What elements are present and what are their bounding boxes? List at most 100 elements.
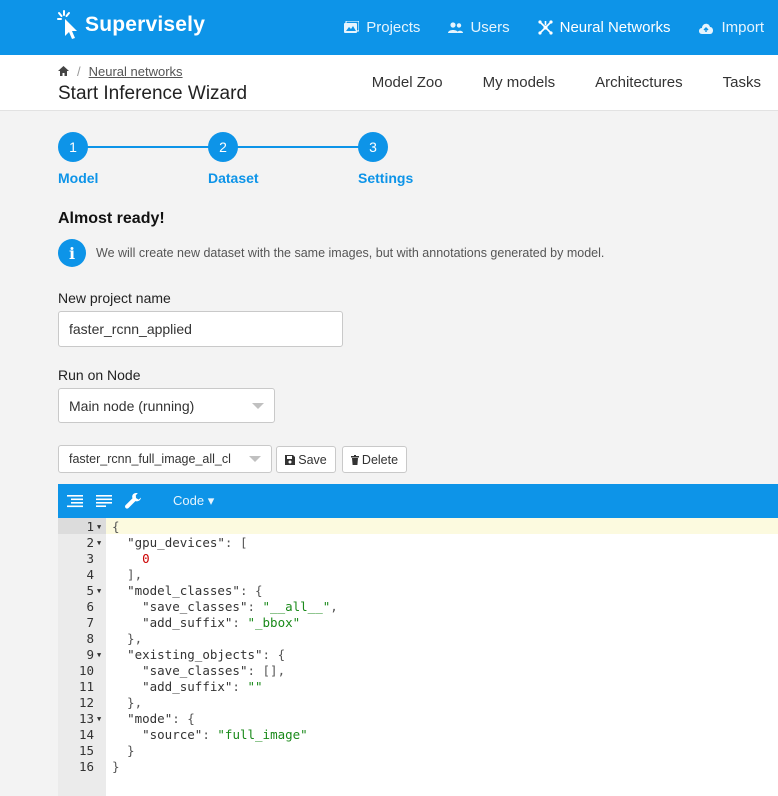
code-text: "mode": {: [112, 711, 195, 727]
info-icon: i: [58, 239, 86, 267]
app-name: Supervisely: [85, 13, 206, 36]
node-select[interactable]: Main node (running): [58, 388, 275, 423]
fold-toggle-icon[interactable]: ▼: [97, 647, 101, 663]
code-token: : [],: [247, 663, 286, 678]
step-2-label: Dataset: [208, 170, 259, 186]
code-token: "save_classes": [142, 599, 248, 614]
fold-toggle-icon[interactable]: ▼: [97, 711, 101, 727]
save-button[interactable]: Save: [276, 446, 336, 473]
code-token: :: [232, 679, 248, 694]
nav-neural-networks-label: Neural Networks: [559, 19, 671, 36]
json-editor[interactable]: 1 ▼{2 ▼ "gpu_devices": [3 04 ], 5 ▼ "model_c…: [58, 518, 778, 796]
code-token: "gpu_devices": [127, 535, 225, 550]
code-token: : {: [172, 711, 195, 726]
code-token: },: [112, 695, 143, 710]
top-nav: Projects Users Neural Networks Import: [330, 0, 778, 55]
fold-toggle-icon[interactable]: ▼: [97, 519, 101, 535]
code-token: : [: [224, 535, 248, 550]
users-icon: [448, 22, 464, 33]
code-token: "source": [142, 727, 203, 742]
save-button-label: Save: [298, 452, 327, 467]
code-text: {: [112, 519, 120, 535]
nav-neural-networks[interactable]: Neural Networks: [524, 0, 685, 55]
code-token: ,: [330, 599, 338, 614]
projects-icon: [344, 21, 360, 34]
code-text: "model_classes": {: [112, 583, 263, 599]
top-navbar: Supervisely Projects Users Neural Networ…: [0, 0, 778, 55]
trash-icon: [350, 454, 359, 465]
code-token: "mode": [127, 711, 173, 726]
code-token: }: [112, 743, 135, 758]
nav-projects[interactable]: Projects: [330, 0, 434, 55]
breadcrumb-separator: /: [77, 64, 81, 79]
wrench-icon[interactable]: [125, 493, 141, 509]
subnav-architectures[interactable]: Architectures: [595, 74, 683, 91]
code-line: 10 "save_classes": [],: [58, 663, 778, 679]
code-text: "add_suffix": "": [112, 679, 263, 695]
nav-projects-label: Projects: [366, 19, 421, 36]
code-line: 3 0: [58, 551, 778, 567]
info-message: i We will create new dataset with the sa…: [58, 239, 604, 267]
line-number: 16: [78, 759, 94, 774]
line-number: 15: [78, 743, 94, 758]
subnav-model-zoo[interactable]: Model Zoo: [372, 74, 443, 91]
breadcrumb-link-neural-networks[interactable]: Neural networks: [89, 64, 183, 79]
code-line: 11 "add_suffix": "": [58, 679, 778, 695]
line-number: 2: [86, 535, 94, 550]
home-icon[interactable]: [58, 64, 69, 79]
code-text: 0: [112, 551, 150, 567]
code-token: : {: [239, 583, 263, 598]
code-token: "add_suffix": [142, 615, 233, 630]
code-token: }: [112, 759, 120, 774]
logo[interactable]: Supervisely: [57, 10, 205, 40]
page-title: Start Inference Wizard: [58, 83, 248, 104]
code-text: },: [112, 631, 142, 647]
code-token: "full_image": [217, 727, 308, 742]
delete-button-label: Delete: [361, 452, 399, 467]
preset-select[interactable]: faster_rcnn_full_image_all_cl: [58, 445, 272, 473]
code-line: 2 ▼ "gpu_devices": [: [58, 535, 778, 551]
line-number: 5: [86, 583, 94, 598]
code-text: "existing_objects": {: [112, 647, 285, 663]
code-line: 12 },: [58, 695, 778, 711]
subnav-tasks[interactable]: Tasks: [723, 74, 761, 91]
nav-import[interactable]: Import: [684, 0, 778, 55]
delete-button[interactable]: Delete: [342, 446, 407, 473]
line-number: 14: [78, 727, 94, 742]
floppy-disk-icon: [285, 454, 296, 465]
fold-toggle-icon[interactable]: ▼: [97, 583, 101, 599]
compact-icon[interactable]: [96, 495, 112, 507]
project-name-input[interactable]: [58, 311, 343, 347]
code-line: 4 ],: [58, 567, 778, 583]
code-line: 14 "source": "full_image": [58, 727, 778, 743]
step-connector: [86, 146, 210, 148]
nav-users[interactable]: Users: [434, 0, 523, 55]
run-on-node-label: Run on Node: [58, 367, 141, 383]
line-number: 7: [86, 615, 94, 630]
code-token: "": [247, 679, 263, 694]
sub-header: / Neural networks Start Inference Wizard…: [0, 55, 778, 111]
project-name-label: New project name: [58, 290, 171, 306]
step-1-circle[interactable]: 1: [58, 132, 88, 162]
fold-toggle-icon[interactable]: ▼: [97, 535, 101, 551]
line-number: 13: [78, 711, 94, 726]
editor-mode-dropdown[interactable]: Code ▾: [173, 493, 214, 509]
code-line: 9 ▼ "existing_objects": {: [58, 647, 778, 663]
breadcrumb: / Neural networks: [58, 64, 183, 79]
step-2-circle[interactable]: 2: [208, 132, 238, 162]
subnav-my-models[interactable]: My models: [483, 74, 556, 91]
code-text: }: [112, 759, 120, 775]
step-3-circle[interactable]: 3: [358, 132, 388, 162]
line-number: 8: [86, 631, 94, 646]
format-icon[interactable]: [67, 494, 83, 508]
code-line: 5 ▼ "model_classes": {: [58, 583, 778, 599]
chevron-down-icon: [249, 456, 261, 462]
code-line: 1 ▼ {: [58, 519, 778, 535]
code-line: 8 },: [58, 631, 778, 647]
